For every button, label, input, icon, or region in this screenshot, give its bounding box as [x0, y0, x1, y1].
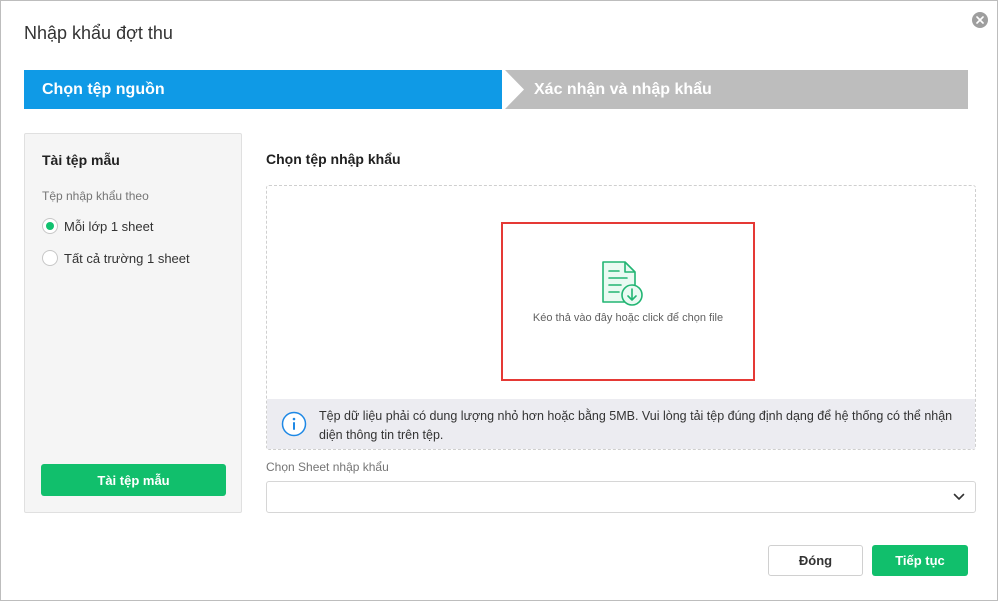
radio-unchecked-icon[interactable] — [42, 250, 58, 266]
radio-option-per-class[interactable]: Mỗi lớp 1 sheet — [42, 218, 153, 234]
step-confirm-import[interactable]: Xác nhận và nhập khẩu — [534, 70, 712, 109]
chevron-down-icon — [953, 493, 965, 500]
close-icon[interactable] — [972, 12, 988, 28]
close-button[interactable]: Đóng — [768, 545, 863, 576]
file-download-icon — [602, 261, 643, 306]
sheet-select-label: Chọn Sheet nhập khẩu — [266, 460, 389, 474]
wizard-steps: Chọn tệp nguồn Xác nhận và nhập khẩu — [24, 70, 968, 109]
drop-instruction: Kéo thả vào đây hoặc click để chọn file — [532, 312, 724, 324]
info-message: Tệp dữ liệu phải có dung lượng nhỏ hơn h… — [319, 409, 953, 442]
sheet-select-dropdown[interactable] — [266, 481, 976, 513]
info-icon — [281, 411, 307, 437]
radio-option-all-school[interactable]: Tất cả trường 1 sheet — [42, 250, 190, 266]
radio-label: Mỗi lớp 1 sheet — [64, 218, 154, 234]
import-dialog: Nhập khẩu đợt thu Chọn tệp nguồn Xác nhậ… — [0, 0, 998, 601]
step-choose-source[interactable]: Chọn tệp nguồn — [42, 70, 165, 109]
radio-label: Tất cả trường 1 sheet — [64, 250, 190, 266]
template-panel-title: Tài tệp mẫu — [42, 152, 120, 168]
template-panel: Tài tệp mẫu Tệp nhập khẩu theo Mỗi lớp 1… — [24, 133, 242, 513]
next-button[interactable]: Tiếp tục — [872, 545, 968, 576]
dialog-title: Nhập khẩu đợt thu — [24, 23, 173, 43]
info-banner: Tệp dữ liệu phải có dung lượng nhỏ hơn h… — [267, 399, 975, 449]
import-section-title: Chọn tệp nhập khẩu — [266, 151, 401, 167]
drop-target-area[interactable]: Kéo thả vào đây hoặc click để chọn file — [501, 222, 755, 381]
file-dropzone[interactable]: Kéo thả vào đây hoặc click để chọn file … — [266, 185, 976, 450]
download-template-button[interactable]: Tài tệp mẫu — [41, 464, 226, 496]
template-panel-subtitle: Tệp nhập khẩu theo — [42, 189, 149, 203]
radio-checked-icon[interactable] — [42, 218, 58, 234]
